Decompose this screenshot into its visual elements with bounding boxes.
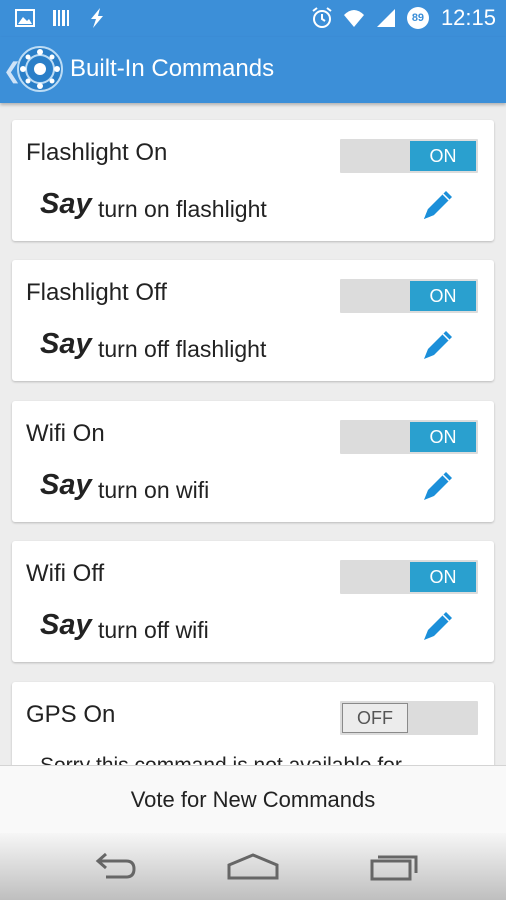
status-bar: 89 12:15 xyxy=(0,0,506,37)
signal-icon xyxy=(376,9,395,27)
command-title: GPS On xyxy=(26,701,116,728)
command-list[interactable]: Flashlight On ON Say turn on flashlight … xyxy=(0,103,506,765)
edit-pencil-icon[interactable] xyxy=(418,466,458,506)
say-label: Say xyxy=(40,328,92,360)
say-label: Say xyxy=(40,469,92,501)
command-title: Wifi Off xyxy=(26,560,105,587)
say-label: Say xyxy=(40,188,92,220)
edit-pencil-icon[interactable] xyxy=(418,325,458,365)
alarm-icon xyxy=(312,7,332,28)
back-icon[interactable] xyxy=(86,851,142,883)
command-phrase: turn off wifi xyxy=(98,617,209,643)
navigation-bar xyxy=(0,833,506,900)
flash-icon xyxy=(91,8,103,28)
command-card-wifi-off: Wifi Off ON Say turn off wifi xyxy=(12,541,494,662)
recent-apps-icon[interactable] xyxy=(366,851,422,883)
edit-pencil-icon[interactable] xyxy=(418,185,458,225)
app-bar: ❮ Built-In Commands xyxy=(0,37,506,103)
edit-pencil-icon[interactable] xyxy=(418,606,458,646)
command-phrase: turn on flashlight xyxy=(98,196,267,222)
image-icon xyxy=(15,9,35,27)
page-title: Built-In Commands xyxy=(70,55,275,82)
command-toggle[interactable]: ON xyxy=(340,279,478,313)
command-toggle[interactable]: ON xyxy=(340,139,478,173)
toggle-state: ON xyxy=(410,141,476,171)
command-title: Flashlight On xyxy=(26,139,168,166)
battery-icon: 89 xyxy=(406,7,429,29)
command-card-gps-on: GPS On OFF Sorry this command is not ava… xyxy=(12,682,494,765)
vote-panel: Vote for New Commands xyxy=(0,765,506,833)
command-title: Wifi On xyxy=(26,420,105,447)
clock: 12:15 xyxy=(440,5,496,30)
command-card-flashlight-on: Flashlight On ON Say turn on flashlight xyxy=(12,120,494,241)
home-icon[interactable] xyxy=(225,851,281,883)
toggle-state: OFF xyxy=(342,703,408,733)
command-toggle[interactable]: ON xyxy=(340,420,478,454)
say-label: Say xyxy=(40,609,92,641)
command-phrase: turn on wifi xyxy=(98,477,210,503)
command-toggle[interactable]: ON xyxy=(340,560,478,594)
vote-new-commands-button[interactable]: Vote for New Commands xyxy=(0,766,506,834)
toggle-state: ON xyxy=(410,422,476,452)
command-toggle[interactable]: OFF xyxy=(340,701,478,735)
toggle-state: ON xyxy=(410,281,476,311)
app-logo-icon[interactable] xyxy=(17,46,63,92)
command-card-flashlight-off: Flashlight Off ON Say turn off flashligh… xyxy=(12,260,494,381)
command-phrase: turn off flashlight xyxy=(98,336,267,362)
command-card-wifi-on: Wifi On ON Say turn on wifi xyxy=(12,401,494,522)
barcode-icon xyxy=(53,10,69,26)
unavailable-note: Sorry this command is not available for xyxy=(40,754,402,765)
toggle-state: ON xyxy=(410,562,476,592)
wifi-icon xyxy=(343,10,364,27)
command-title: Flashlight Off xyxy=(26,279,167,306)
